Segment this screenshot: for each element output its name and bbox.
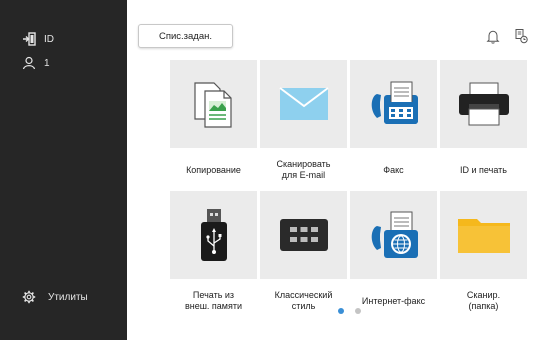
- tile-print-external-memory[interactable]: Печать из внеш. памяти: [170, 191, 257, 321]
- folder-icon: [457, 219, 510, 253]
- page-indicator-dot[interactable]: [355, 308, 361, 314]
- usb-memory-icon: [200, 209, 227, 261]
- job-status-icon[interactable]: [512, 27, 530, 45]
- tile-icon-area: [260, 191, 347, 279]
- login-icon: [23, 32, 36, 46]
- tile-label: Сканировать для E-mail: [276, 159, 331, 180]
- tile-label: Копирование: [186, 164, 241, 175]
- job-list-button[interactable]: Спис.задан.: [138, 24, 233, 48]
- tile-icon-area: [350, 191, 437, 279]
- tile-icon-area: [440, 191, 527, 279]
- user-item[interactable]: 1: [22, 56, 50, 70]
- page-indicator-dot-active[interactable]: [338, 308, 344, 314]
- tile-label: Классический стиль: [274, 290, 333, 311]
- email-envelope-icon: [278, 87, 329, 120]
- user-icon: [22, 56, 36, 70]
- tile-id-print[interactable]: ID и печать: [440, 60, 527, 190]
- user-label: 1: [44, 57, 50, 69]
- fax-icon: [371, 81, 418, 124]
- internet-fax-icon: [371, 211, 418, 258]
- sidebar: ID 1 Утилиты: [0, 0, 127, 340]
- tile-fax[interactable]: Факс: [350, 60, 437, 190]
- tile-label: Сканир. (папка): [466, 290, 501, 311]
- tile-label: Печать из внеш. памяти: [184, 290, 243, 311]
- utilities-item[interactable]: Утилиты: [22, 290, 88, 304]
- tile-label: Факс: [383, 164, 404, 175]
- tile-classic-style[interactable]: Классический стиль: [260, 191, 347, 321]
- tile-copy[interactable]: Копирование: [170, 60, 257, 190]
- login-item[interactable]: ID: [22, 32, 54, 46]
- tile-scan-folder[interactable]: Сканир. (папка): [440, 191, 527, 321]
- tile-icon-area: [440, 60, 527, 148]
- tile-icon-area: [170, 191, 257, 279]
- gear-icon: [22, 290, 36, 304]
- tile-icon-area: [260, 60, 347, 148]
- keypad-icon: [279, 219, 328, 251]
- tile-icon-area: [350, 60, 437, 148]
- tile-label: Интернет-факс: [361, 295, 426, 306]
- tile-internet-fax[interactable]: Интернет-факс: [350, 191, 437, 321]
- tile-icon-area: [170, 60, 257, 148]
- copy-icon: [193, 82, 232, 128]
- login-label: ID: [44, 33, 54, 45]
- tile-scan-email[interactable]: Сканировать для E-mail: [260, 60, 347, 190]
- main-screen: Спис.задан. Копирование Сканировать для …: [127, 0, 557, 340]
- notification-bell-icon[interactable]: [484, 27, 502, 45]
- printer-icon: [458, 82, 509, 126]
- tile-label: ID и печать: [460, 164, 507, 175]
- utilities-label: Утилиты: [48, 291, 88, 303]
